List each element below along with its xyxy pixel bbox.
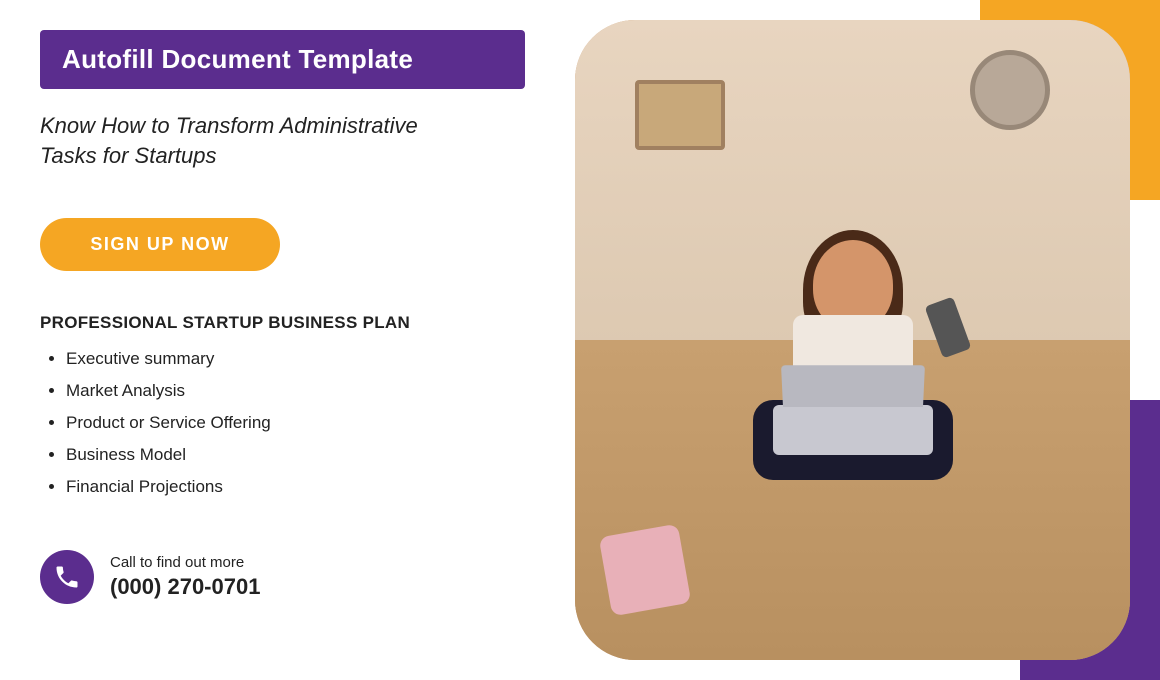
list-item: Market Analysis <box>66 379 525 403</box>
phone-number: (000) 270-0701 <box>110 574 260 600</box>
list-item: Executive summary <box>66 347 525 371</box>
list-item: Business Model <box>66 443 525 467</box>
photo-container <box>575 20 1130 660</box>
business-plan-list: Executive summary Market Analysis Produc… <box>40 347 525 506</box>
header-bar: Autofill Document Template <box>40 30 525 89</box>
business-plan-title: PROFESSIONAL STARTUP BUSINESS PLAN <box>40 313 525 333</box>
header-bar-title: Autofill Document Template <box>62 44 413 74</box>
left-panel: Autofill Document Template Know How to T… <box>0 0 565 680</box>
subtitle: Know How to Transform Administrative Tas… <box>40 111 525 170</box>
person-body <box>713 240 993 620</box>
cta-text: Call to find out more (000) 270-0701 <box>110 554 260 600</box>
person-phone <box>924 297 971 359</box>
bottom-cta: Call to find out more (000) 270-0701 <box>40 550 525 604</box>
photo-simulation <box>575 20 1130 660</box>
phone-icon <box>53 563 81 591</box>
call-label: Call to find out more <box>110 554 260 571</box>
list-item: Product or Service Offering <box>66 411 525 435</box>
main-container: Autofill Document Template Know How to T… <box>0 0 1160 680</box>
person-laptop <box>773 405 933 455</box>
person-figure <box>713 240 993 620</box>
wall-mirror <box>970 50 1050 130</box>
wall-frame <box>635 80 725 150</box>
phone-icon-circle <box>40 550 94 604</box>
list-item: Financial Projections <box>66 475 525 499</box>
pillow <box>599 524 692 617</box>
signup-button[interactable]: SIGN UP NOW <box>40 218 280 271</box>
right-panel <box>565 0 1160 680</box>
